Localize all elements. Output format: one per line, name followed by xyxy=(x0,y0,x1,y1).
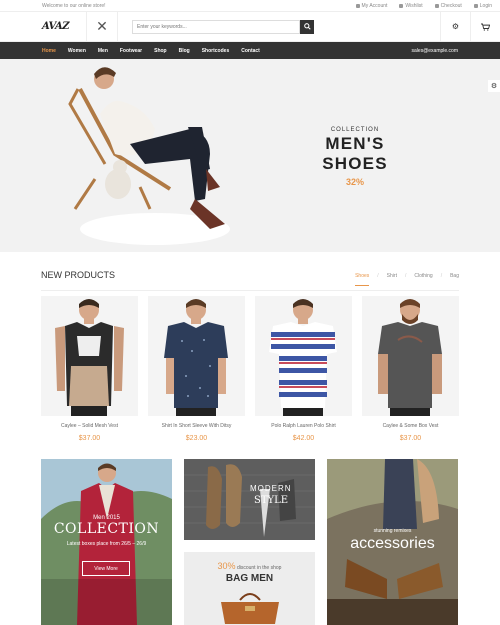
wishlist-link[interactable]: Wishlist xyxy=(399,3,423,9)
gear-icon: ⚙ xyxy=(490,83,498,90)
hero-caption: COLLECTION MEN'S SHOES 32% xyxy=(290,127,420,187)
hero-kicker: COLLECTION xyxy=(330,127,380,133)
product-card[interactable]: Polo Ralph Lauren Polo Shirt $42.00 xyxy=(255,296,352,442)
hero-title: MEN'S SHOES xyxy=(322,134,388,173)
new-products-header: NEW PRODUCTS Shoes / Shirt / Clothing / … xyxy=(41,267,459,291)
tab-bag[interactable]: Bag xyxy=(450,273,459,285)
hero-slider: ⚙ COLLECTION MEN'S SHOES 32% xyxy=(0,59,500,252)
settings-toggle-button[interactable]: ⚙ xyxy=(488,80,500,92)
modern-style-banner[interactable]: MODERN STYLE xyxy=(184,459,315,540)
collection-banner[interactable]: Men 2015 COLLECTION Latest boxes place f… xyxy=(41,459,172,625)
user-icon xyxy=(355,3,360,8)
product-name[interactable]: Caylee & Some Box Vest xyxy=(362,423,459,429)
nav-item-men[interactable]: Men xyxy=(98,48,108,54)
accessories-pretitle: stunning remixes xyxy=(373,528,412,534)
product-price: $42.00 xyxy=(292,435,315,442)
gear-icon: ⚙ xyxy=(451,22,460,31)
nav-item-shop[interactable]: Shop xyxy=(154,48,167,54)
bag-image xyxy=(220,593,279,624)
product-card[interactable]: Shirt In Short Sleeve With Ditsy $23.00 xyxy=(148,296,245,442)
search-bar xyxy=(132,19,314,34)
account-links: My Account Wishlist Checkout Login xyxy=(355,3,492,9)
login-link[interactable]: Login xyxy=(473,3,492,9)
product-image[interactable] xyxy=(362,296,459,416)
close-icon[interactable]: ✕ xyxy=(86,11,118,42)
discount-text: 30% discount in the shop xyxy=(184,561,315,571)
my-account-link[interactable]: My Account xyxy=(355,3,387,9)
product-image[interactable] xyxy=(148,296,245,416)
style-line-2: STYLE xyxy=(254,495,289,506)
product-card[interactable]: Caylee & Some Box Vest $37.00 xyxy=(362,296,459,442)
tab-shirt[interactable]: Shirt xyxy=(387,273,397,285)
collection-title: COLLECTION xyxy=(53,521,160,537)
nav-item-blog[interactable]: Blog xyxy=(179,48,190,54)
heart-icon xyxy=(399,3,404,8)
product-price: $37.00 xyxy=(78,435,101,442)
contact-email[interactable]: sales@example.com xyxy=(412,48,458,54)
accessories-banner[interactable]: stunning remixes accessories xyxy=(327,459,458,625)
nav-item-home[interactable]: Home xyxy=(42,48,56,54)
nav-item-footwear[interactable]: Footwear xyxy=(120,48,142,54)
tab-shoes[interactable]: Shoes xyxy=(355,273,370,286)
search-icon xyxy=(303,23,311,30)
product-grid: Caylee – Solid Mesh Vest $37.00 Shirt In… xyxy=(41,296,459,442)
section-title: NEW PRODUCTS xyxy=(41,270,115,280)
product-name[interactable]: Caylee – Solid Mesh Vest xyxy=(41,423,138,429)
cart-icon xyxy=(481,23,490,31)
product-image[interactable] xyxy=(255,296,352,416)
check-icon xyxy=(434,3,439,8)
cart-button[interactable] xyxy=(470,11,500,42)
nav-item-shortcodes[interactable]: Shortcodes xyxy=(202,48,230,54)
bag-men-banner[interactable]: 30% discount in the shop BAG MEN xyxy=(184,552,315,625)
tab-separator: / xyxy=(377,273,379,279)
checkout-link[interactable]: Checkout xyxy=(434,3,462,9)
top-bar: Welcome to our online store! My Account … xyxy=(0,0,500,12)
tab-separator: / xyxy=(404,273,407,279)
nav-item-contact[interactable]: Contact xyxy=(241,48,260,54)
product-image[interactable] xyxy=(41,296,138,416)
discount-label: discount in the shop xyxy=(236,565,282,571)
bag-men-title: BAG MEN xyxy=(225,573,274,584)
product-name[interactable]: Polo Ralph Lauren Polo Shirt xyxy=(255,423,352,429)
search-button[interactable] xyxy=(300,19,314,34)
product-price: $37.00 xyxy=(399,435,422,442)
search-input[interactable] xyxy=(132,19,300,34)
tab-separator: / xyxy=(440,273,443,279)
collection-subtitle: Latest boxes place from 26/5 – 26/9 xyxy=(66,541,147,547)
site-header: AVAZ ✕ ⚙ xyxy=(0,11,500,42)
product-price: $23.00 xyxy=(185,435,208,442)
hero-percent: 32% xyxy=(345,177,364,187)
discount-percent: 30% xyxy=(217,561,236,571)
hero-model-image xyxy=(68,67,230,245)
product-tabs: Shoes / Shirt / Clothing / Bag xyxy=(355,273,459,286)
product-card[interactable]: Caylee – Solid Mesh Vest $37.00 xyxy=(41,296,138,442)
main-nav: Home Women Men Footwear Shop Blog Shortc… xyxy=(0,42,500,59)
product-name[interactable]: Shirt In Short Sleeve With Ditsy xyxy=(148,423,245,429)
tab-clothing[interactable]: Clothing xyxy=(414,273,432,285)
accessories-title: accessories xyxy=(350,535,435,552)
site-logo[interactable]: AVAZ xyxy=(0,21,70,32)
lock-icon xyxy=(473,3,478,8)
style-line-1: MODERN xyxy=(250,484,292,493)
nav-item-women[interactable]: Women xyxy=(68,48,86,54)
view-more-button[interactable]: View More xyxy=(82,561,130,576)
welcome-text: Welcome to our online store! xyxy=(42,2,106,9)
modern-style-banner-image xyxy=(184,459,315,540)
settings-button[interactable]: ⚙ xyxy=(440,11,470,42)
